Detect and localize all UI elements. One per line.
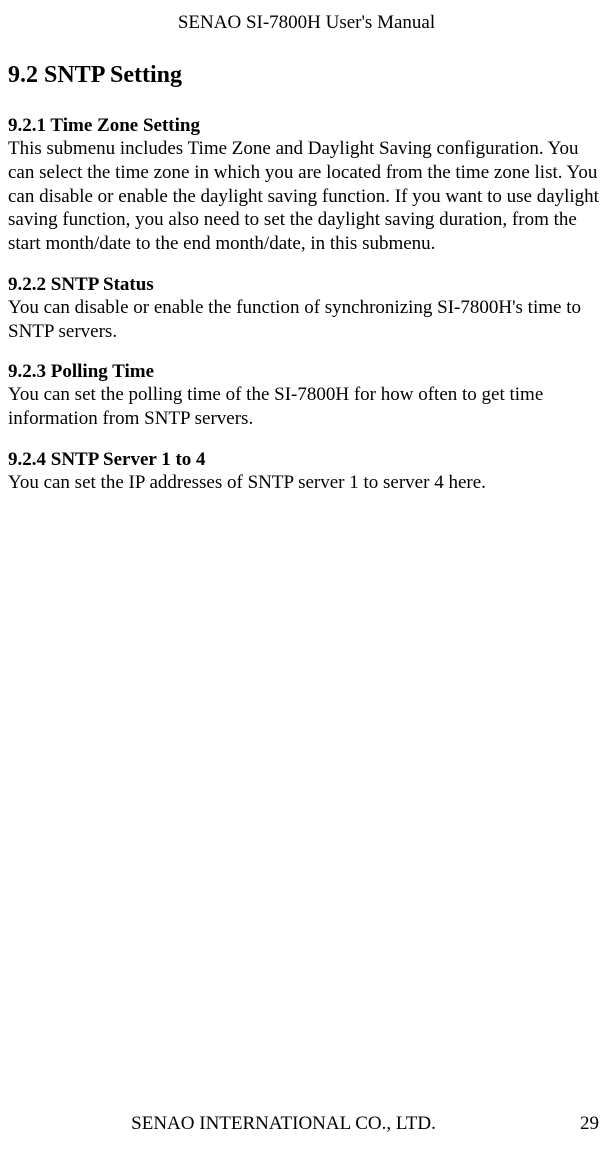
footer-company: SENAO INTERNATIONAL CO., LTD. [8, 1113, 559, 1135]
subsection-body: This submenu includes Time Zone and Dayl… [8, 137, 605, 256]
subsection-block: 9.2.2 SNTP Status You can disable or ena… [8, 274, 605, 344]
subsection-body: You can disable or enable the function o… [8, 296, 605, 344]
subsection-heading: 9.2.1 Time Zone Setting [8, 115, 605, 137]
footer-page-number: 29 [559, 1113, 599, 1135]
subsection-heading: 9.2.3 Polling Time [8, 361, 605, 383]
subsection-body: You can set the IP addresses of SNTP ser… [8, 471, 605, 495]
subsection-block: 9.2.1 Time Zone Setting This submenu inc… [8, 115, 605, 256]
subsection-block: 9.2.3 Polling Time You can set the polli… [8, 361, 605, 431]
subsection-body: You can set the polling time of the SI-7… [8, 383, 605, 431]
subsection-heading: 9.2.4 SNTP Server 1 to 4 [8, 449, 605, 471]
subsection-heading: 9.2.2 SNTP Status [8, 274, 605, 296]
page-header: SENAO SI-7800H User's Manual [8, 0, 605, 62]
page-footer: SENAO INTERNATIONAL CO., LTD. 29 [8, 1113, 605, 1135]
section-heading: 9.2 SNTP Setting [8, 62, 605, 89]
subsection-block: 9.2.4 SNTP Server 1 to 4 You can set the… [8, 449, 605, 495]
